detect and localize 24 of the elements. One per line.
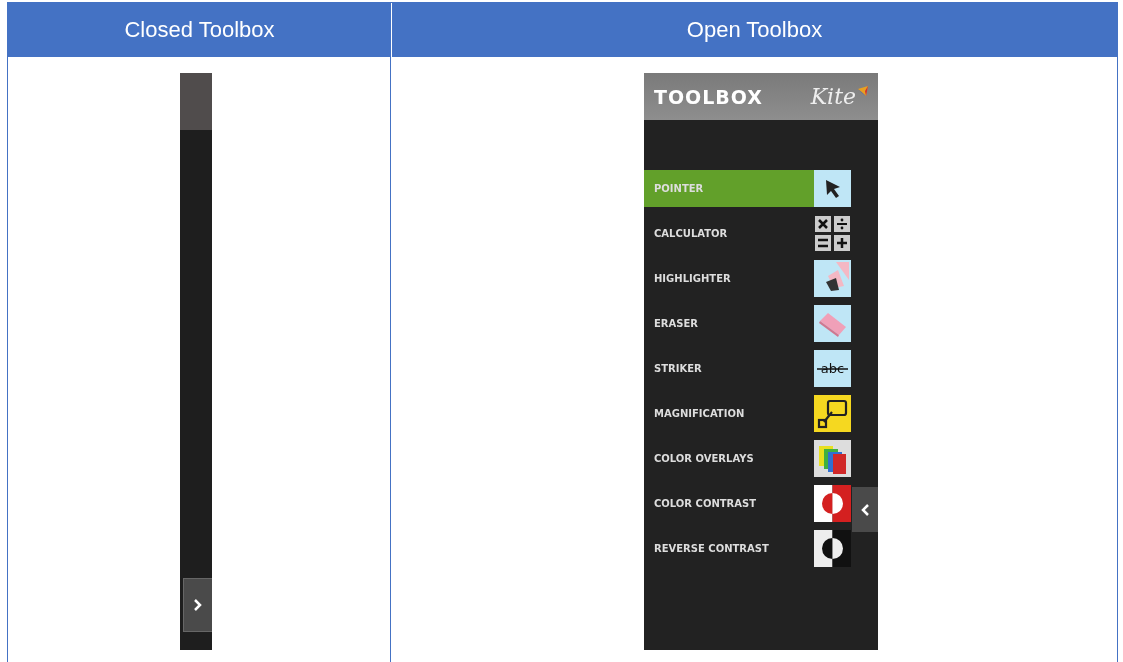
tool-item[interactable]: COLOR CONTRAST [644, 485, 814, 522]
toolbox-title: TOOLBOX [654, 85, 763, 108]
tool-item[interactable]: ERASER [644, 305, 814, 342]
overlays-icon[interactable] [814, 440, 851, 477]
tool-item[interactable]: MAGNIFICATION [644, 395, 814, 432]
tool-item[interactable]: COLOR OVERLAYS [644, 440, 814, 477]
contrast-icon[interactable] [814, 530, 851, 567]
tool-item[interactable]: CALCULATOR [644, 215, 814, 252]
calculator-icon[interactable] [814, 215, 851, 252]
chevron-right-icon [192, 599, 203, 611]
highlighter-icon[interactable] [814, 260, 851, 297]
collapse-button[interactable] [852, 487, 878, 532]
magnifier-icon[interactable] [814, 395, 851, 432]
logo: Kite [810, 84, 856, 109]
expand-button[interactable] [182, 578, 212, 632]
column-header: Closed Toolbox [8, 3, 392, 57]
chevron-left-icon [860, 503, 870, 516]
toolbox-header [179, 73, 212, 130]
tool-item[interactable]: STRIKER [644, 350, 814, 387]
tool-item[interactable]: REVERSE CONTRAST [644, 530, 814, 567]
tool-item[interactable]: HIGHLIGHTER [644, 260, 814, 297]
column-header: Open Toolbox [685, 16, 824, 44]
arrow-cursor-icon[interactable] [814, 170, 851, 207]
kite-icon [856, 84, 870, 99]
